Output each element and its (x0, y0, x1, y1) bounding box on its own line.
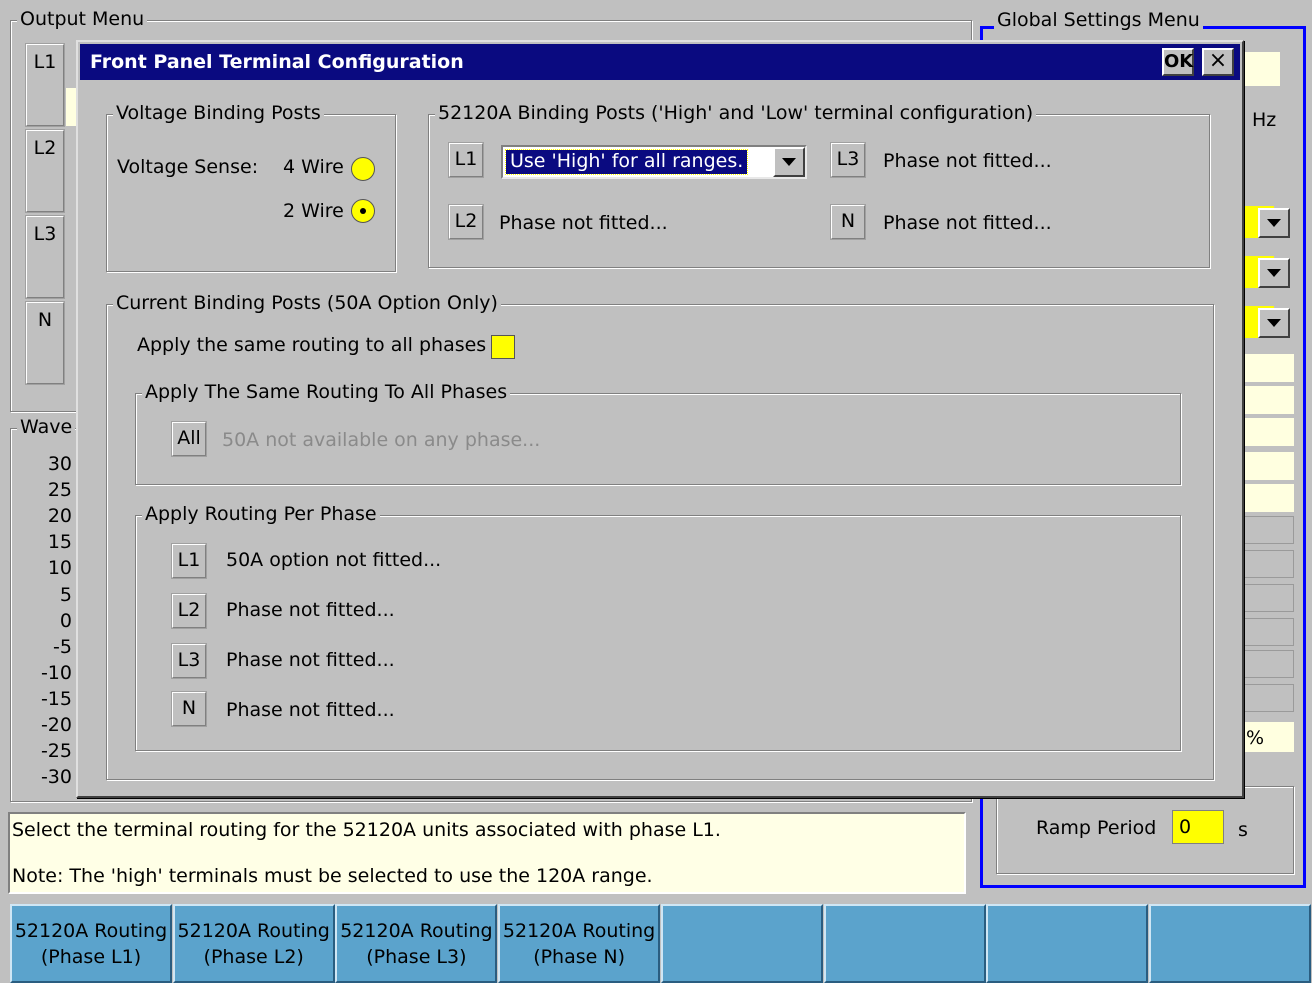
global-field-c[interactable] (1244, 418, 1294, 446)
softkey-3[interactable]: 52120A Routing (Phase L3) (335, 904, 498, 983)
current-binding-title: Current Binding Posts (50A Option Only) (113, 292, 501, 314)
close-icon: × (1208, 48, 1228, 73)
waveform-tick-label: 5 (59, 583, 72, 606)
percent-unit: % (1246, 727, 1265, 749)
global-field-d[interactable] (1244, 452, 1294, 480)
waveform-tick-label: -20 (40, 714, 72, 736)
terminal-config-dialog: Front Panel Terminal Configuration OK × … (76, 40, 1244, 798)
waveform-tick-label: 0 (59, 609, 72, 632)
voltage-sense-label: Voltage Sense: (117, 156, 259, 178)
binding-l1-selected-value: Use 'High' for all ranges. (504, 149, 749, 175)
waveform-tick-label: 10 (47, 557, 72, 580)
output-phase-l3[interactable]: L3 (25, 215, 65, 299)
global-field-b[interactable] (1244, 386, 1294, 414)
softkey-4[interactable]: 52120A Routing (Phase N) (498, 904, 661, 983)
waveform-tick-label: 30 (47, 453, 72, 475)
global-field-f[interactable] (1244, 516, 1294, 544)
status-line-1: Select the terminal routing for the 5212… (12, 819, 721, 841)
dialog-title: Front Panel Terminal Configuration (90, 51, 464, 73)
status-area: Select the terminal routing for the 5212… (8, 812, 966, 894)
per-phase-text-l2: Phase not fitted... (226, 599, 395, 621)
softkey-5[interactable] (660, 904, 823, 983)
output-phase-l1[interactable]: L1 (25, 43, 65, 127)
global-field-j[interactable] (1244, 650, 1294, 678)
per-phase-tag-l3[interactable]: L3 (171, 643, 207, 679)
global-dropdown-1-button[interactable] (1258, 208, 1290, 238)
softkey-7[interactable] (986, 904, 1149, 983)
softkey-2[interactable]: 52120A Routing (Phase L2) (172, 904, 335, 983)
current-binding-group: Current Binding Posts (50A Option Only) … (106, 292, 1214, 780)
waveform-tick-label: -5 (53, 635, 72, 658)
radio-4wire[interactable] (351, 157, 375, 181)
waveform-tick-label: -25 (40, 740, 72, 763)
same-routing-subgroup-title: Apply The Same Routing To All Phases (142, 381, 511, 403)
global-field-g[interactable] (1244, 550, 1294, 578)
all-phases-tag: All (171, 421, 207, 457)
global-dropdown-3-button[interactable] (1258, 308, 1290, 338)
output-phase-l2[interactable]: L2 (25, 129, 65, 213)
global-settings-title: Global Settings Menu (994, 8, 1203, 32)
global-field-h[interactable] (1244, 584, 1294, 612)
per-phase-tag-n[interactable]: N (171, 691, 207, 727)
voltage-binding-title: Voltage Binding Posts (113, 102, 324, 124)
option-2wire-label: 2 Wire (283, 200, 344, 222)
output-menu-title: Output Menu (17, 8, 148, 30)
same-routing-subgroup: Apply The Same Routing To All Phases All… (135, 381, 1181, 485)
per-phase-tag-l1[interactable]: L1 (171, 543, 207, 579)
same-routing-label: Apply the same routing to all phases (137, 334, 487, 356)
global-field-e[interactable] (1244, 484, 1294, 512)
ramp-period-input[interactable]: 0 (1172, 810, 1224, 844)
chevron-down-icon[interactable] (773, 147, 805, 177)
per-phase-text-n: Phase not fitted... (226, 699, 395, 721)
all-phases-text: 50A not available on any phase... (222, 429, 541, 451)
softkey-6[interactable] (823, 904, 986, 983)
global-field-top[interactable] (1244, 52, 1280, 86)
global-field-a[interactable] (1244, 354, 1294, 382)
waveform-title: Wave (17, 416, 76, 438)
binding-tag-n[interactable]: N (830, 204, 866, 240)
ramp-period-label: Ramp Period (1036, 817, 1157, 839)
waveform-tick-label: 25 (47, 479, 72, 502)
binding-tag-l3[interactable]: L3 (830, 142, 866, 178)
binding-n-text: Phase not fitted... (883, 212, 1052, 234)
output-phase-n[interactable]: N (25, 301, 65, 385)
binding-posts-title: 52120A Binding Posts ('High' and 'Low' t… (435, 102, 1037, 124)
waveform-tick-label: -10 (40, 661, 72, 684)
radio-2wire[interactable] (351, 199, 375, 223)
voltage-binding-group: Voltage Binding Posts Voltage Sense: 4 W… (106, 102, 396, 272)
option-4wire-label: 4 Wire (283, 156, 344, 178)
waveform-tick-label: -15 (40, 687, 72, 710)
per-phase-subgroup-title: Apply Routing Per Phase (142, 503, 380, 525)
hz-unit: Hz (1252, 109, 1277, 131)
waveform-tick-label: 15 (47, 531, 72, 554)
ramp-period-unit: s (1238, 819, 1248, 841)
waveform-tick-label: -30 (40, 766, 72, 789)
binding-tag-l1[interactable]: L1 (448, 142, 484, 178)
global-field-k[interactable] (1244, 684, 1294, 712)
ok-button[interactable]: OK (1162, 48, 1194, 76)
close-button[interactable]: × (1202, 48, 1234, 76)
global-dropdown-2-button[interactable] (1258, 258, 1290, 288)
per-phase-tag-l2[interactable]: L2 (171, 593, 207, 629)
softkey-1[interactable]: 52120A Routing (Phase L1) (10, 904, 172, 983)
binding-posts-group: 52120A Binding Posts ('High' and 'Low' t… (428, 102, 1210, 268)
dialog-title-bar: Front Panel Terminal Configuration OK × (80, 44, 1240, 80)
binding-l3-text: Phase not fitted... (883, 150, 1052, 172)
binding-l2-text: Phase not fitted... (499, 212, 668, 234)
softkey-8[interactable] (1148, 904, 1311, 983)
status-line-2: Note: The 'high' terminals must be selec… (12, 865, 653, 887)
binding-tag-l2[interactable]: L2 (448, 204, 484, 240)
same-routing-checkbox[interactable] (491, 335, 515, 359)
binding-l1-dropdown[interactable]: Use 'High' for all ranges. (501, 145, 807, 179)
per-phase-subgroup: Apply Routing Per Phase L1 50A option no… (135, 503, 1181, 751)
per-phase-text-l1: 50A option not fitted... (226, 549, 442, 571)
waveform-tick-label: 20 (47, 505, 72, 528)
radio-2wire-dot-icon (360, 208, 366, 214)
per-phase-text-l3: Phase not fitted... (226, 649, 395, 671)
global-field-i[interactable] (1244, 618, 1294, 646)
